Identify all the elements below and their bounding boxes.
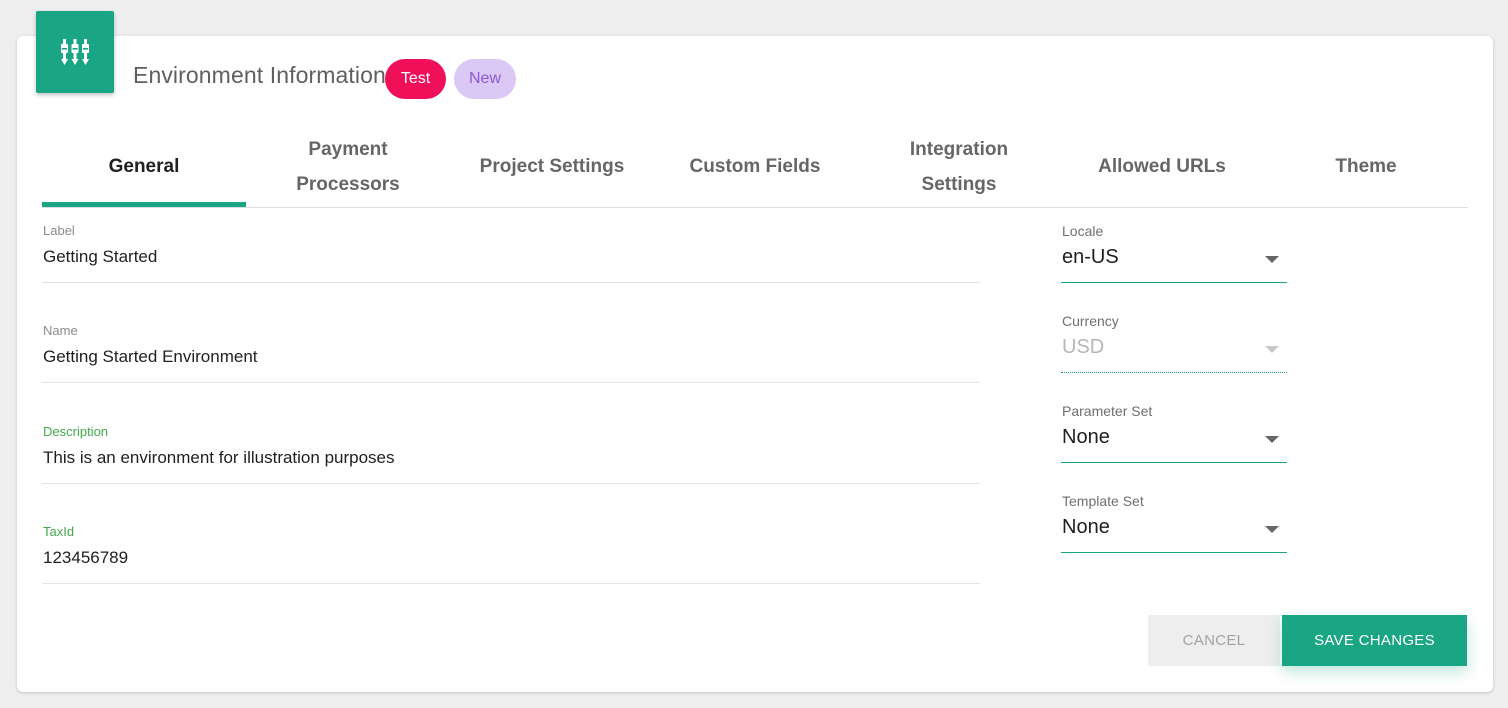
label-field-label: Label <box>43 223 75 238</box>
tab-integration-settings-label: Integration Settings <box>909 138 1009 195</box>
caret-down-icon <box>1265 436 1279 443</box>
sliders-icon <box>36 11 114 93</box>
cancel-button[interactable]: CANCEL <box>1148 615 1280 666</box>
tab-custom-fields[interactable]: Custom Fields <box>653 126 857 207</box>
currency-select-label: Currency <box>1062 313 1119 329</box>
name-field-value[interactable]: Getting Started Environment <box>43 347 258 367</box>
tab-bar: General Payment Processors Project Setti… <box>42 126 1468 208</box>
description-field-value[interactable]: This is an environment for illustration … <box>43 448 395 468</box>
caret-down-icon <box>1265 526 1279 533</box>
locale-select[interactable]: Locale en-US <box>1061 223 1287 283</box>
caret-down-icon <box>1265 346 1279 353</box>
tab-payment-processors-label: Payment Processors <box>296 138 400 195</box>
name-field-label: Name <box>43 323 78 338</box>
tab-project-settings[interactable]: Project Settings <box>450 126 654 207</box>
tab-general[interactable]: General <box>42 126 246 207</box>
template-set-select-label: Template Set <box>1062 493 1144 509</box>
page-title: Environment Information <box>133 62 386 88</box>
locale-select-label: Locale <box>1062 223 1104 239</box>
currency-select: Currency USD <box>1061 313 1287 373</box>
tab-allowed-urls[interactable]: Allowed URLs <box>1060 126 1264 207</box>
status-badge-new: New <box>454 59 516 99</box>
description-field[interactable]: Description This is an environment for i… <box>42 424 980 484</box>
tab-payment-processors[interactable]: Payment Processors <box>246 126 450 207</box>
currency-select-value: USD <box>1062 336 1105 358</box>
description-field-label: Description <box>43 424 109 439</box>
active-tab-indicator <box>42 202 246 207</box>
label-field-value[interactable]: Getting Started <box>43 247 157 267</box>
taxid-field-label: TaxId <box>43 524 75 539</box>
save-changes-button[interactable]: SAVE CHANGES <box>1282 615 1467 666</box>
caret-down-icon <box>1265 256 1279 263</box>
template-set-select[interactable]: Template Set None <box>1061 493 1287 553</box>
parameter-set-select-value: None <box>1062 426 1110 448</box>
parameter-set-select[interactable]: Parameter Set None <box>1061 403 1287 463</box>
tab-theme[interactable]: Theme <box>1264 126 1468 207</box>
tab-integration-settings[interactable]: Integration Settings <box>857 126 1061 207</box>
parameter-set-select-label: Parameter Set <box>1062 403 1153 419</box>
taxid-field[interactable]: TaxId 123456789 <box>42 524 980 584</box>
locale-select-value: en-US <box>1062 246 1119 268</box>
label-field[interactable]: Label Getting Started <box>42 223 980 283</box>
name-field[interactable]: Name Getting Started Environment <box>42 323 980 383</box>
template-set-select-value: None <box>1062 516 1110 538</box>
status-badge-test: Test <box>385 59 446 99</box>
taxid-field-value[interactable]: 123456789 <box>43 548 128 568</box>
